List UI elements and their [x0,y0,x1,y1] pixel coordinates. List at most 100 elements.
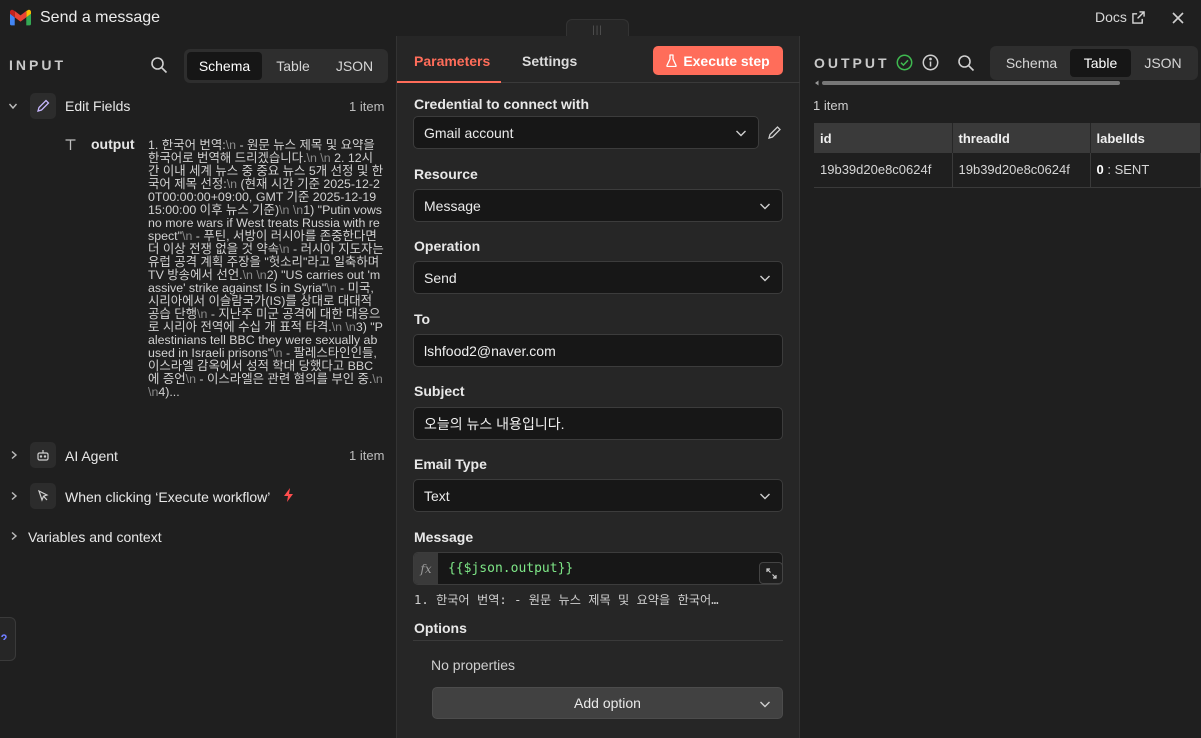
node-manual-trigger-label[interactable]: When clicking ‘Execute workflow’ [65,489,270,505]
email-type-select[interactable]: Text [413,479,783,512]
no-properties-text: No properties [431,657,516,673]
message-label: Message [414,529,474,545]
chevron-down-icon [760,275,770,282]
gmail-logo-icon [10,9,31,26]
subject-label: Subject [414,383,465,399]
escape-sequence: \n [197,307,208,321]
value-segment: - 이스라엘은 관련 혐의를 부인 중. [195,372,373,386]
execute-step-button[interactable]: Execute step [653,46,783,75]
lightning-icon [284,488,293,502]
active-tab-indicator [397,81,501,83]
credential-label: Credential to connect with [414,96,590,112]
options-label: Options [414,620,467,636]
credential-select[interactable]: Gmail account [413,116,759,149]
value-segment: 4)... [158,385,180,399]
flask-icon [666,54,678,67]
tab-parameters[interactable]: Parameters [414,53,490,69]
message-expression-input[interactable]: fx {{$json.output}} [413,552,783,585]
output-view-switch: Schema Table JSON [990,46,1198,80]
pencil-icon [30,93,56,119]
to-input[interactable]: lshfood2@naver.com [413,334,783,367]
message-preview: 1. 한국어 번역: - 원문 뉴스 제목 및 요약을 한국어… [414,593,719,607]
output-view-schema[interactable]: Schema [993,49,1070,77]
column-header-labelids: labelIds [1090,123,1201,153]
chevron-right-icon[interactable] [9,450,19,460]
table-row: 19b39d20e8c0624f 19b39d20e8c0624f 0 : SE… [814,153,1201,188]
variables-context-label[interactable]: Variables and context [28,529,162,545]
external-link-icon [1132,10,1145,24]
label-value: : SENT [1107,162,1150,178]
expand-editor-icon[interactable] [759,562,783,584]
input-view-json[interactable]: JSON [324,52,385,80]
operation-label: Operation [414,238,481,254]
credential-value: Gmail account [424,124,514,141]
operation-value: Send [424,269,457,286]
text-type-icon [65,139,76,150]
subject-input[interactable]: 오늘의 뉴스 내용입니다. [413,407,783,440]
expression-fx-icon: fx [414,553,438,584]
node-edit-fields-count: 1 item [349,99,385,114]
output-view-json[interactable]: JSON [1131,49,1195,77]
scrollbar-thumb[interactable] [822,81,1120,85]
chevron-down-icon [760,701,770,708]
node-edit-fields-label: Edit Fields [65,98,131,114]
escape-sequence: \n [326,281,337,295]
input-panel-label: INPUT [9,57,66,73]
message-expression: {{$json.output}} [448,561,574,576]
output-panel: OUTPUT Schema Table JSON 1 item id threa… [800,36,1201,738]
tab-settings[interactable]: Settings [522,53,577,69]
search-icon[interactable] [150,56,168,74]
search-icon[interactable] [957,54,975,72]
escape-sequence: \n \n [279,203,304,217]
cell-labelids: 0 : SENT [1090,153,1201,188]
escape-sequence: \n [226,177,238,191]
docs-label: Docs [1095,9,1127,25]
chevron-right-icon[interactable] [9,531,19,541]
output-view-table[interactable]: Table [1070,49,1131,77]
info-icon[interactable] [922,54,939,71]
node-ai-agent-label[interactable]: AI Agent [65,448,118,464]
side-drawer-tab[interactable] [0,617,16,661]
chevron-down-icon [8,103,18,110]
output-item-count: 1 item [813,98,849,113]
field-output-value: 1. 한국어 번역:\n - 원문 뉴스 제목 및 요약을 한국어로 번역해 드… [148,139,384,433]
escape-sequence: \n \n [242,268,267,282]
table-header-row: id threadId labelIds [814,123,1201,153]
cursor-click-icon [30,483,56,509]
cell-threadid: 19b39d20e8c0624f [952,153,1091,188]
input-panel: INPUT Schema Table JSON Edit Fields 1 it… [0,36,396,738]
chevron-right-icon[interactable] [9,491,19,501]
escape-sequence: \n [272,346,283,360]
column-header-id: id [814,123,953,153]
input-view-table[interactable]: Table [262,52,324,80]
chevron-down-icon [736,130,746,137]
add-option-button[interactable]: Add option [432,687,783,719]
email-type-label: Email Type [414,456,487,472]
robot-icon [30,442,56,468]
input-view-switch: Schema Table JSON [184,49,388,83]
window-title: Send a message [40,9,161,26]
execute-step-label: Execute step [683,52,770,69]
edit-credential-icon[interactable] [767,125,782,140]
output-panel-label: OUTPUT [814,55,890,71]
resource-value: Message [424,197,481,214]
resource-label: Resource [414,166,478,182]
parameters-tabs: Parameters Settings Execute step [397,36,801,83]
parameters-panel: Parameters Settings Execute step Credent… [396,36,801,738]
output-table: id threadId labelIds 19b39d20e8c0624f 19… [814,123,1201,188]
docs-link[interactable]: Docs [1095,9,1145,25]
chevron-down-icon [760,493,770,500]
resource-select[interactable]: Message [413,189,783,222]
horizontal-scrollbar[interactable] [814,80,1197,86]
close-icon[interactable] [1170,10,1186,26]
escape-sequence: \n [279,242,290,256]
column-header-threadid: threadId [952,123,1091,153]
escape-sequence: \n [182,229,193,243]
field-output-name: output [91,136,135,152]
node-ai-agent-count: 1 item [349,448,385,463]
input-view-schema[interactable]: Schema [187,52,262,80]
operation-select[interactable]: Send [413,261,783,294]
escape-sequence: \n \n [331,320,356,334]
cell-id: 19b39d20e8c0624f [814,153,953,188]
to-label: To [414,311,431,327]
